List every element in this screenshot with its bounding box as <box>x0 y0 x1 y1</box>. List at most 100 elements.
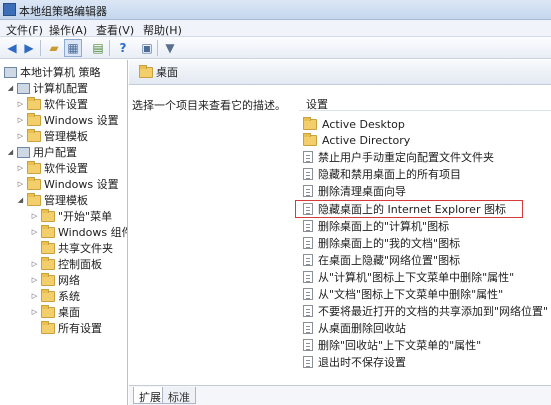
policy-setting-icon <box>303 168 313 180</box>
collapsed-arrow-icon[interactable]: ▷ <box>16 116 25 124</box>
policy-setting-icon <box>303 339 313 351</box>
collapsed-arrow-icon[interactable]: ▷ <box>16 132 25 140</box>
folder-icon <box>41 256 55 270</box>
folder-icon <box>27 192 41 206</box>
tree-item-desktop[interactable]: ▷ 桌面 <box>30 304 80 320</box>
folder-icon <box>303 116 317 130</box>
tree-item[interactable]: ▷ 网络 <box>30 272 80 288</box>
tree-item[interactable]: ▷ 控制面板 <box>30 256 102 272</box>
list-item[interactable]: 删除桌面上的"我的文档"图标 <box>303 235 460 251</box>
pane-header-title: 桌面 <box>156 66 178 79</box>
divider <box>299 110 551 111</box>
tree-item[interactable]: ▷ 软件设置 <box>16 96 88 112</box>
folder-icon <box>27 176 41 190</box>
folder-icon <box>41 288 55 302</box>
menu-help[interactable]: 帮助(H) <box>143 22 182 38</box>
collapsed-arrow-icon[interactable]: ▷ <box>30 212 39 220</box>
tree-item[interactable]: 所有设置 <box>30 320 102 336</box>
policy-setting-icon <box>303 356 313 368</box>
tree-item-admin-templates[interactable]: ◢ 管理模板 <box>16 192 88 208</box>
highlight-box <box>295 200 523 218</box>
list-item[interactable]: 不要将最近打开的文档的共享添加到"网络位置" <box>303 303 548 319</box>
folder-icon <box>41 272 55 286</box>
back-arrow-icon[interactable]: ◀ <box>3 39 21 57</box>
tree-item[interactable]: ▷ Windows 设置 <box>16 112 119 128</box>
tree-item[interactable]: ▷ "开始"菜单 <box>30 208 112 224</box>
policy-setting-icon <box>303 151 313 163</box>
list-item[interactable]: 从"文档"图标上下文菜单中删除"属性" <box>303 286 503 302</box>
folder-icon <box>27 112 41 126</box>
collapsed-arrow-icon[interactable]: ▷ <box>30 308 39 316</box>
list-item[interactable]: 从桌面删除回收站 <box>303 320 406 336</box>
help-icon[interactable]: ? <box>114 39 132 57</box>
folder-icon <box>27 128 41 142</box>
properties-icon[interactable]: ▣ <box>138 39 156 57</box>
folder-icon <box>27 96 41 110</box>
folder-icon <box>41 304 55 318</box>
policy-setting-icon <box>303 237 313 249</box>
filter-icon[interactable]: ▼ <box>161 39 179 57</box>
menu-file[interactable]: 文件(F) <box>6 22 43 38</box>
list-item[interactable]: 从"计算机"图标上下文菜单中删除"属性" <box>303 269 514 285</box>
tree-item[interactable]: 共享文件夹 <box>30 240 113 256</box>
policy-setting-icon <box>303 185 313 197</box>
computer-icon <box>17 82 30 94</box>
export-list-icon[interactable]: ▤ <box>89 39 107 57</box>
collapsed-arrow-icon[interactable]: ▷ <box>30 228 39 236</box>
tree-item[interactable]: ▷ Windows 组件 <box>30 224 127 240</box>
collapsed-arrow-icon[interactable]: ▷ <box>16 100 25 108</box>
expanded-arrow-icon[interactable]: ◢ <box>6 84 15 92</box>
toolbar-separator <box>157 40 158 56</box>
list-item[interactable]: Active Directory <box>303 132 410 148</box>
folder-icon <box>27 160 41 174</box>
view-tabs: 扩展 标准 <box>129 385 551 405</box>
details-pane: 桌面 选择一个项目来查看它的描述。 设置 Active Desktop Acti… <box>129 60 551 405</box>
folder-icon <box>303 132 317 146</box>
list-item[interactable]: 退出时不保存设置 <box>303 354 406 370</box>
collapsed-arrow-icon[interactable]: ▷ <box>16 180 25 188</box>
tree-item[interactable]: ▷ 系统 <box>30 288 80 304</box>
collapsed-arrow-icon[interactable]: ▷ <box>30 276 39 284</box>
menu-view[interactable]: 查看(V) <box>96 22 134 38</box>
expanded-arrow-icon[interactable]: ◢ <box>6 148 15 156</box>
up-folder-icon[interactable]: ▰ <box>45 39 63 57</box>
toolbar-separator <box>109 40 110 56</box>
policy-setting-icon <box>303 322 313 334</box>
collapsed-arrow-icon[interactable]: ▷ <box>30 260 39 268</box>
tree-item[interactable]: ▷ 软件设置 <box>16 160 88 176</box>
policy-setting-icon <box>303 288 313 300</box>
tree-pane: 本地计算机 策略 ◢ 计算机配置 ▷ 软件设置 ▷ Windows 设置 ▷ 管… <box>0 60 128 405</box>
show-hide-tree-icon[interactable]: ▦ <box>64 39 82 57</box>
list-item[interactable]: 删除桌面上的"计算机"图标 <box>303 218 449 234</box>
menu-action[interactable]: 操作(A) <box>49 22 87 38</box>
list-item[interactable]: Active Desktop <box>303 116 405 132</box>
folder-icon <box>41 240 55 254</box>
description-text: 选择一个项目来查看它的描述。 <box>132 99 286 112</box>
pane-header: 桌面 <box>129 60 551 85</box>
folder-icon <box>41 320 55 334</box>
policy-setting-icon <box>303 220 313 232</box>
policy-setting-icon <box>303 305 313 317</box>
expanded-arrow-icon[interactable]: ◢ <box>16 196 25 204</box>
forward-arrow-icon[interactable]: ▶ <box>20 39 38 57</box>
folder-icon <box>41 224 55 238</box>
toolbar: ◀ ▶ ▰ ▦ ▤ ? ▣ ▼ <box>0 37 551 59</box>
tree-root[interactable]: 本地计算机 策略 <box>2 64 101 80</box>
tree-item[interactable]: ▷ 管理模板 <box>16 128 88 144</box>
user-icon <box>17 146 30 158</box>
policy-icon <box>4 66 17 78</box>
folder-icon <box>41 208 55 222</box>
tree-computer-config[interactable]: ◢ 计算机配置 <box>6 80 88 96</box>
list-item[interactable]: 删除清理桌面向导 <box>303 183 406 199</box>
list-item[interactable]: 删除"回收站"上下文菜单的"属性" <box>303 337 481 353</box>
tree-user-config[interactable]: ◢ 用户配置 <box>6 144 77 160</box>
collapsed-arrow-icon[interactable]: ▷ <box>16 164 25 172</box>
tab-standard[interactable]: 标准 <box>162 387 196 404</box>
tree-item[interactable]: ▷ Windows 设置 <box>16 176 119 192</box>
policy-setting-icon <box>303 254 313 266</box>
policy-setting-icon <box>303 271 313 283</box>
list-item[interactable]: 隐藏和禁用桌面上的所有项目 <box>303 166 461 182</box>
list-item[interactable]: 禁止用户手动重定向配置文件文件夹 <box>303 149 494 165</box>
collapsed-arrow-icon[interactable]: ▷ <box>30 292 39 300</box>
list-item[interactable]: 在桌面上隐藏"网络位置"图标 <box>303 252 460 268</box>
